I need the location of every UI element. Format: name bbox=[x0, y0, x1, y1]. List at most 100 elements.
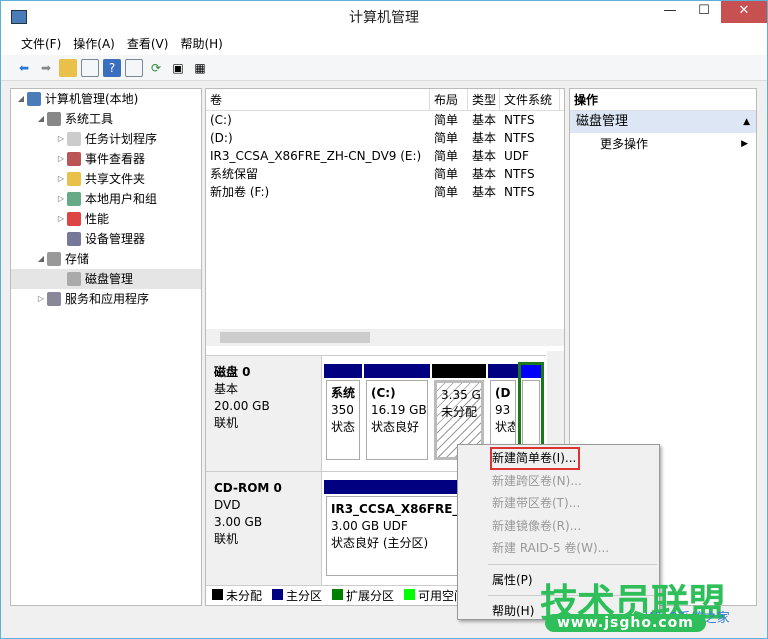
back-icon[interactable]: ⬅ bbox=[15, 59, 33, 77]
expand-icon[interactable]: ▷ bbox=[55, 129, 67, 149]
volume-row[interactable]: 系统保留 简单 基本 NTFS bbox=[206, 165, 564, 183]
disk-0-status: 联机 bbox=[214, 416, 239, 430]
legend-swatch bbox=[272, 589, 284, 600]
node-icon bbox=[27, 92, 41, 106]
expand-icon[interactable]: ▷ bbox=[55, 169, 67, 189]
partition-bar bbox=[324, 364, 362, 378]
watermark-url: www.jsgho.com bbox=[545, 614, 706, 632]
scrollbar-thumb[interactable] bbox=[220, 332, 370, 343]
cdrom-name: CD-ROM 0 bbox=[214, 481, 282, 495]
menu-bar: 文件(F) 操作(A) 查看(V) 帮助(H) bbox=[1, 33, 767, 55]
node-icon bbox=[67, 212, 81, 226]
context-menu-item[interactable]: 新建简单卷(I)... bbox=[490, 447, 580, 470]
maximize-button[interactable]: ☐ bbox=[687, 1, 721, 23]
context-menu-item[interactable]: 新建镜像卷(R)... bbox=[460, 515, 657, 538]
expand-icon[interactable]: ▷ bbox=[55, 209, 67, 229]
tree-item[interactable]: ▷ 任务计划程序 bbox=[11, 129, 201, 149]
show-hide-action-pane-icon[interactable] bbox=[125, 58, 143, 77]
partition-size: 350 bbox=[331, 403, 354, 417]
menu-help[interactable]: 帮助(H) bbox=[174, 33, 228, 55]
menu-file[interactable]: 文件(F) bbox=[15, 33, 67, 55]
more-actions[interactable]: 更多操作 ▶ bbox=[570, 133, 756, 155]
expand-icon[interactable]: ▷ bbox=[55, 189, 67, 209]
properties-icon[interactable]: ▣ bbox=[169, 59, 187, 77]
title-bar: 计算机管理 — ☐ ✕ bbox=[1, 1, 767, 33]
show-hide-tree-icon[interactable] bbox=[81, 58, 99, 77]
tree-item[interactable]: 设备管理器 bbox=[11, 229, 201, 249]
node-icon bbox=[47, 252, 61, 266]
actions-header: 操作 bbox=[570, 89, 756, 111]
toolbar: ⬅ ➡ ? ⟳ ▣ ▦ bbox=[1, 55, 767, 81]
volume-cell: 简单 bbox=[434, 131, 459, 145]
volume-row[interactable]: 新加卷 (F:) 简单 基本 NTFS bbox=[206, 183, 564, 201]
volume-cell: NTFS bbox=[504, 167, 535, 181]
tree-item-label: 事件查看器 bbox=[85, 152, 146, 166]
column-filesystem[interactable]: 文件系统 bbox=[500, 89, 560, 110]
expand-icon[interactable]: ◢ bbox=[35, 249, 47, 269]
horizontal-scrollbar[interactable] bbox=[206, 329, 564, 346]
volume-cell: 简单 bbox=[434, 149, 459, 163]
context-menu-item[interactable]: 新建 RAID-5 卷(W)... bbox=[460, 537, 657, 560]
volume-row[interactable]: (D:) 简单 基本 NTFS bbox=[206, 129, 564, 147]
volume-cell: 简单 bbox=[434, 113, 459, 127]
volume-cell: NTFS bbox=[504, 113, 535, 127]
tree-item-label: 磁盘管理 bbox=[85, 272, 134, 286]
volume-cell: 基本 bbox=[472, 167, 497, 181]
node-icon bbox=[67, 232, 81, 246]
tree-item[interactable]: 磁盘管理 bbox=[11, 269, 201, 289]
volume-row[interactable]: IR3_CCSA_X86FRE_ZH-CN_DV9 (E:) 简单 基本 UDF bbox=[206, 147, 564, 165]
legend-swatch bbox=[404, 589, 416, 600]
menu-action[interactable]: 操作(A) bbox=[67, 33, 121, 55]
volume-row[interactable]: (C:) 简单 基本 NTFS bbox=[206, 111, 564, 129]
refresh-icon[interactable]: ⟳ bbox=[147, 59, 165, 77]
node-icon bbox=[67, 152, 81, 166]
cdrom-0-label[interactable]: CD-ROM 0 DVD 3.00 GB 联机 bbox=[206, 472, 322, 585]
disk-0-label[interactable]: 磁盘 0 基本 20.00 GB 联机 bbox=[206, 356, 322, 471]
column-layout[interactable]: 布局 bbox=[430, 89, 468, 110]
actions-section-disk-management[interactable]: 磁盘管理 ▲ bbox=[570, 111, 756, 133]
legend-label: 扩展分区 bbox=[346, 589, 395, 603]
partition-name: (D bbox=[495, 386, 511, 400]
up-folder-icon[interactable] bbox=[59, 58, 77, 77]
context-menu-item[interactable]: 新建跨区卷(N)... bbox=[460, 470, 657, 493]
column-type[interactable]: 类型 bbox=[468, 89, 500, 110]
tree-item[interactable]: ◢ 计算机管理(本地) bbox=[11, 89, 201, 109]
tree-item[interactable]: ▷ 本地用户和组 bbox=[11, 189, 201, 209]
collapse-icon[interactable]: ▲ bbox=[743, 111, 750, 133]
tree-item[interactable]: ◢ 存储 bbox=[11, 249, 201, 269]
node-icon bbox=[47, 112, 61, 126]
partition-size: 16.19 GB bbox=[371, 403, 427, 417]
partition[interactable]: (C:) 16.19 GB 状态良好 bbox=[364, 364, 430, 464]
settings-icon[interactable]: ▦ bbox=[191, 59, 209, 77]
expand-icon[interactable]: ▷ bbox=[35, 289, 47, 309]
expand-icon[interactable]: ◢ bbox=[15, 89, 27, 109]
tree-item[interactable]: ▷ 性能 bbox=[11, 209, 201, 229]
tree-item[interactable]: ▷ 共享文件夹 bbox=[11, 169, 201, 189]
volume-cell: UDF bbox=[504, 149, 529, 163]
forward-icon[interactable]: ➡ bbox=[37, 59, 55, 77]
help-icon[interactable]: ? bbox=[103, 58, 121, 77]
tree-item[interactable]: ▷ 服务和应用程序 bbox=[11, 289, 201, 309]
volume-cell: 系统保留 bbox=[210, 167, 259, 181]
volume-cell: IR3_CCSA_X86FRE_ZH-CN_DV9 (E:) bbox=[210, 149, 422, 163]
expand-icon[interactable]: ◢ bbox=[35, 109, 47, 129]
tree-item-label: 本地用户和组 bbox=[85, 192, 158, 206]
tree-item[interactable]: ▷ 事件查看器 bbox=[11, 149, 201, 169]
volume-cell: (C:) bbox=[210, 113, 232, 127]
tree-item[interactable]: ◢ 系统工具 bbox=[11, 109, 201, 129]
context-menu-item[interactable]: 新建带区卷(T)... bbox=[460, 492, 657, 515]
column-volume[interactable]: 卷 bbox=[206, 89, 430, 110]
minimize-button[interactable]: — bbox=[653, 1, 687, 23]
expand-icon[interactable]: ▷ bbox=[55, 149, 67, 169]
node-icon bbox=[67, 192, 81, 206]
menu-view[interactable]: 查看(V) bbox=[121, 33, 175, 55]
volume-cell: NTFS bbox=[504, 131, 535, 145]
tree-item-label: 共享文件夹 bbox=[85, 172, 146, 186]
partition-status: 状态 bbox=[495, 420, 515, 434]
more-actions-label: 更多操作 bbox=[600, 137, 649, 151]
volume-cell: NTFS bbox=[504, 185, 535, 199]
tree-item-label: 存储 bbox=[65, 252, 90, 266]
partition-size: 93 bbox=[495, 403, 511, 417]
close-button[interactable]: ✕ bbox=[721, 1, 767, 23]
partition[interactable]: 系统 350 状态 bbox=[324, 364, 362, 464]
